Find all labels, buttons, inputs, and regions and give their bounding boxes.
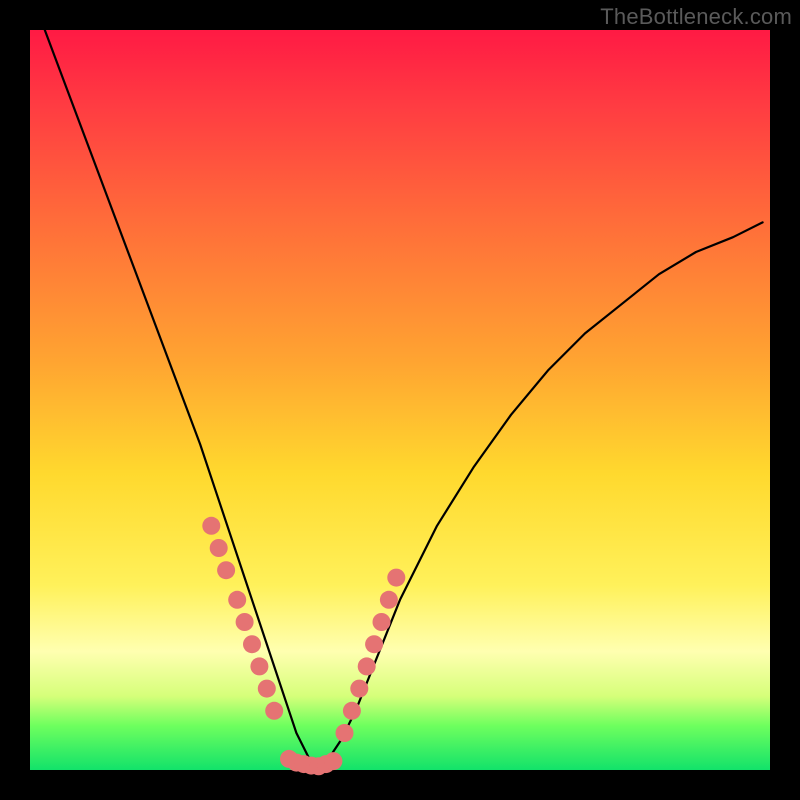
curve-marker bbox=[210, 539, 228, 557]
curve-marker bbox=[365, 635, 383, 653]
curve-marker bbox=[202, 517, 220, 535]
chart-frame: TheBottleneck.com bbox=[0, 0, 800, 800]
curve-marker bbox=[358, 657, 376, 675]
curve-marker bbox=[217, 561, 235, 579]
curve-marker bbox=[350, 680, 368, 698]
curve-marker bbox=[258, 680, 276, 698]
curve-marker bbox=[387, 569, 405, 587]
curve-marker bbox=[228, 591, 246, 609]
curve-marker bbox=[373, 613, 391, 631]
plot-area bbox=[30, 30, 770, 770]
curve-marker bbox=[243, 635, 261, 653]
curve-marker bbox=[336, 724, 354, 742]
curve-marker bbox=[236, 613, 254, 631]
curve-marker bbox=[250, 657, 268, 675]
curve-marker bbox=[380, 591, 398, 609]
curve-marker bbox=[265, 702, 283, 720]
bottleneck-curve bbox=[45, 30, 763, 770]
curve-marker bbox=[324, 752, 342, 770]
watermark-label: TheBottleneck.com bbox=[600, 4, 792, 30]
curve-markers bbox=[202, 517, 405, 776]
curve-marker bbox=[343, 702, 361, 720]
curve-svg bbox=[30, 30, 770, 770]
